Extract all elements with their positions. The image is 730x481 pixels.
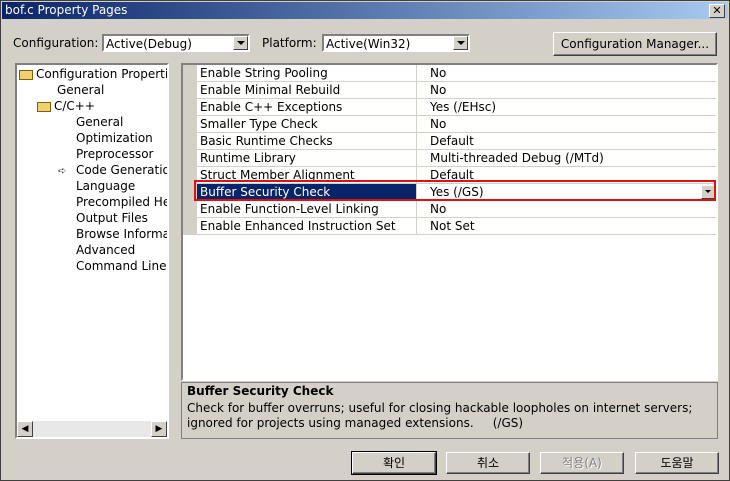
chevron-down-icon[interactable] [453, 36, 468, 50]
tree-item-preprocessor[interactable]: Preprocessor [76, 146, 153, 162]
tree-item-code-generation[interactable]: ➪ Code Generatior [58, 162, 167, 178]
close-button[interactable]: ✕ [709, 4, 725, 18]
tree-item-browse-information[interactable]: Browse Informat [76, 226, 167, 242]
configuration-manager-label: Configuration Manager... [560, 37, 710, 51]
description-title: Buffer Security Check [187, 384, 334, 398]
tree-item-command-line[interactable]: Command Line [76, 258, 167, 274]
property-row[interactable]: Basic Runtime Checks Default [197, 133, 716, 150]
tree-item-output-files[interactable]: Output Files [76, 210, 148, 226]
configuration-dropdown[interactable]: Active(Debug) [102, 34, 250, 52]
configuration-value: Active(Debug) [106, 37, 192, 51]
platform-value: Active(Win32) [326, 37, 411, 51]
platform-dropdown[interactable]: Active(Win32) [322, 34, 470, 52]
scroll-right-icon[interactable]: ▶ [151, 421, 167, 437]
window-title: bof.c Property Pages [5, 3, 128, 17]
help-button[interactable]: 도움말 [635, 452, 719, 474]
property-row[interactable]: Runtime Library Multi-threaded Debug (/MT… [197, 150, 716, 167]
tree-item-advanced[interactable]: Advanced [76, 242, 135, 258]
category-tree[interactable]: Configuration Propertie General C/C++ Ge… [15, 63, 169, 439]
property-row[interactable]: Enable Function-Level Linking No [197, 201, 716, 218]
tree-item-precompiled-headers[interactable]: Precompiled He [76, 194, 167, 210]
arrow-icon: ➪ [58, 166, 67, 177]
property-row[interactable]: Enable Enhanced Instruction Set Not Set [197, 218, 716, 235]
tree-item-configuration-properties[interactable]: Configuration Propertie [19, 66, 167, 82]
scroll-left-icon[interactable]: ◀ [17, 421, 33, 437]
grid-gutter [183, 65, 197, 235]
tree-item-cpp-general[interactable]: General [76, 114, 123, 130]
description-panel: Buffer Security Check Check for buffer o… [181, 382, 718, 439]
cancel-button[interactable]: 취소 [446, 452, 530, 474]
chevron-down-icon[interactable] [233, 36, 248, 50]
property-row[interactable]: Enable C++ Exceptions Yes (/EHsc) [197, 99, 716, 116]
title-bar: bof.c Property Pages ✕ [2, 2, 728, 19]
configuration-label: Configuration: [13, 36, 99, 50]
tree-item-cpp[interactable]: C/C++ [37, 98, 95, 114]
tree-item-optimization[interactable]: Optimization [76, 130, 153, 146]
property-row[interactable]: Enable Minimal Rebuild No [197, 82, 716, 99]
description-text: Check for buffer overruns; useful for cl… [187, 401, 693, 430]
folder-open-icon [19, 69, 33, 80]
property-row[interactable]: Smaller Type Check No [197, 116, 716, 133]
ok-button[interactable]: 확인 [351, 451, 437, 475]
folder-open-icon [37, 101, 51, 112]
horizontal-scrollbar[interactable]: ◀ ▶ [17, 421, 167, 437]
property-grid[interactable]: Enable String Pooling No Enable Minimal R… [181, 63, 718, 381]
property-row[interactable]: Enable String Pooling No [197, 65, 716, 82]
highlight-box [194, 180, 716, 201]
platform-label: Platform: [262, 36, 317, 50]
tree-item-language[interactable]: Language [76, 178, 135, 194]
apply-button[interactable]: 적용(A) [540, 452, 624, 474]
configuration-manager-button[interactable]: Configuration Manager... [553, 32, 717, 56]
tree-item-general[interactable]: General [57, 82, 104, 98]
property-pages-window: bof.c Property Pages ✕ Configuration: Ac… [0, 0, 730, 481]
